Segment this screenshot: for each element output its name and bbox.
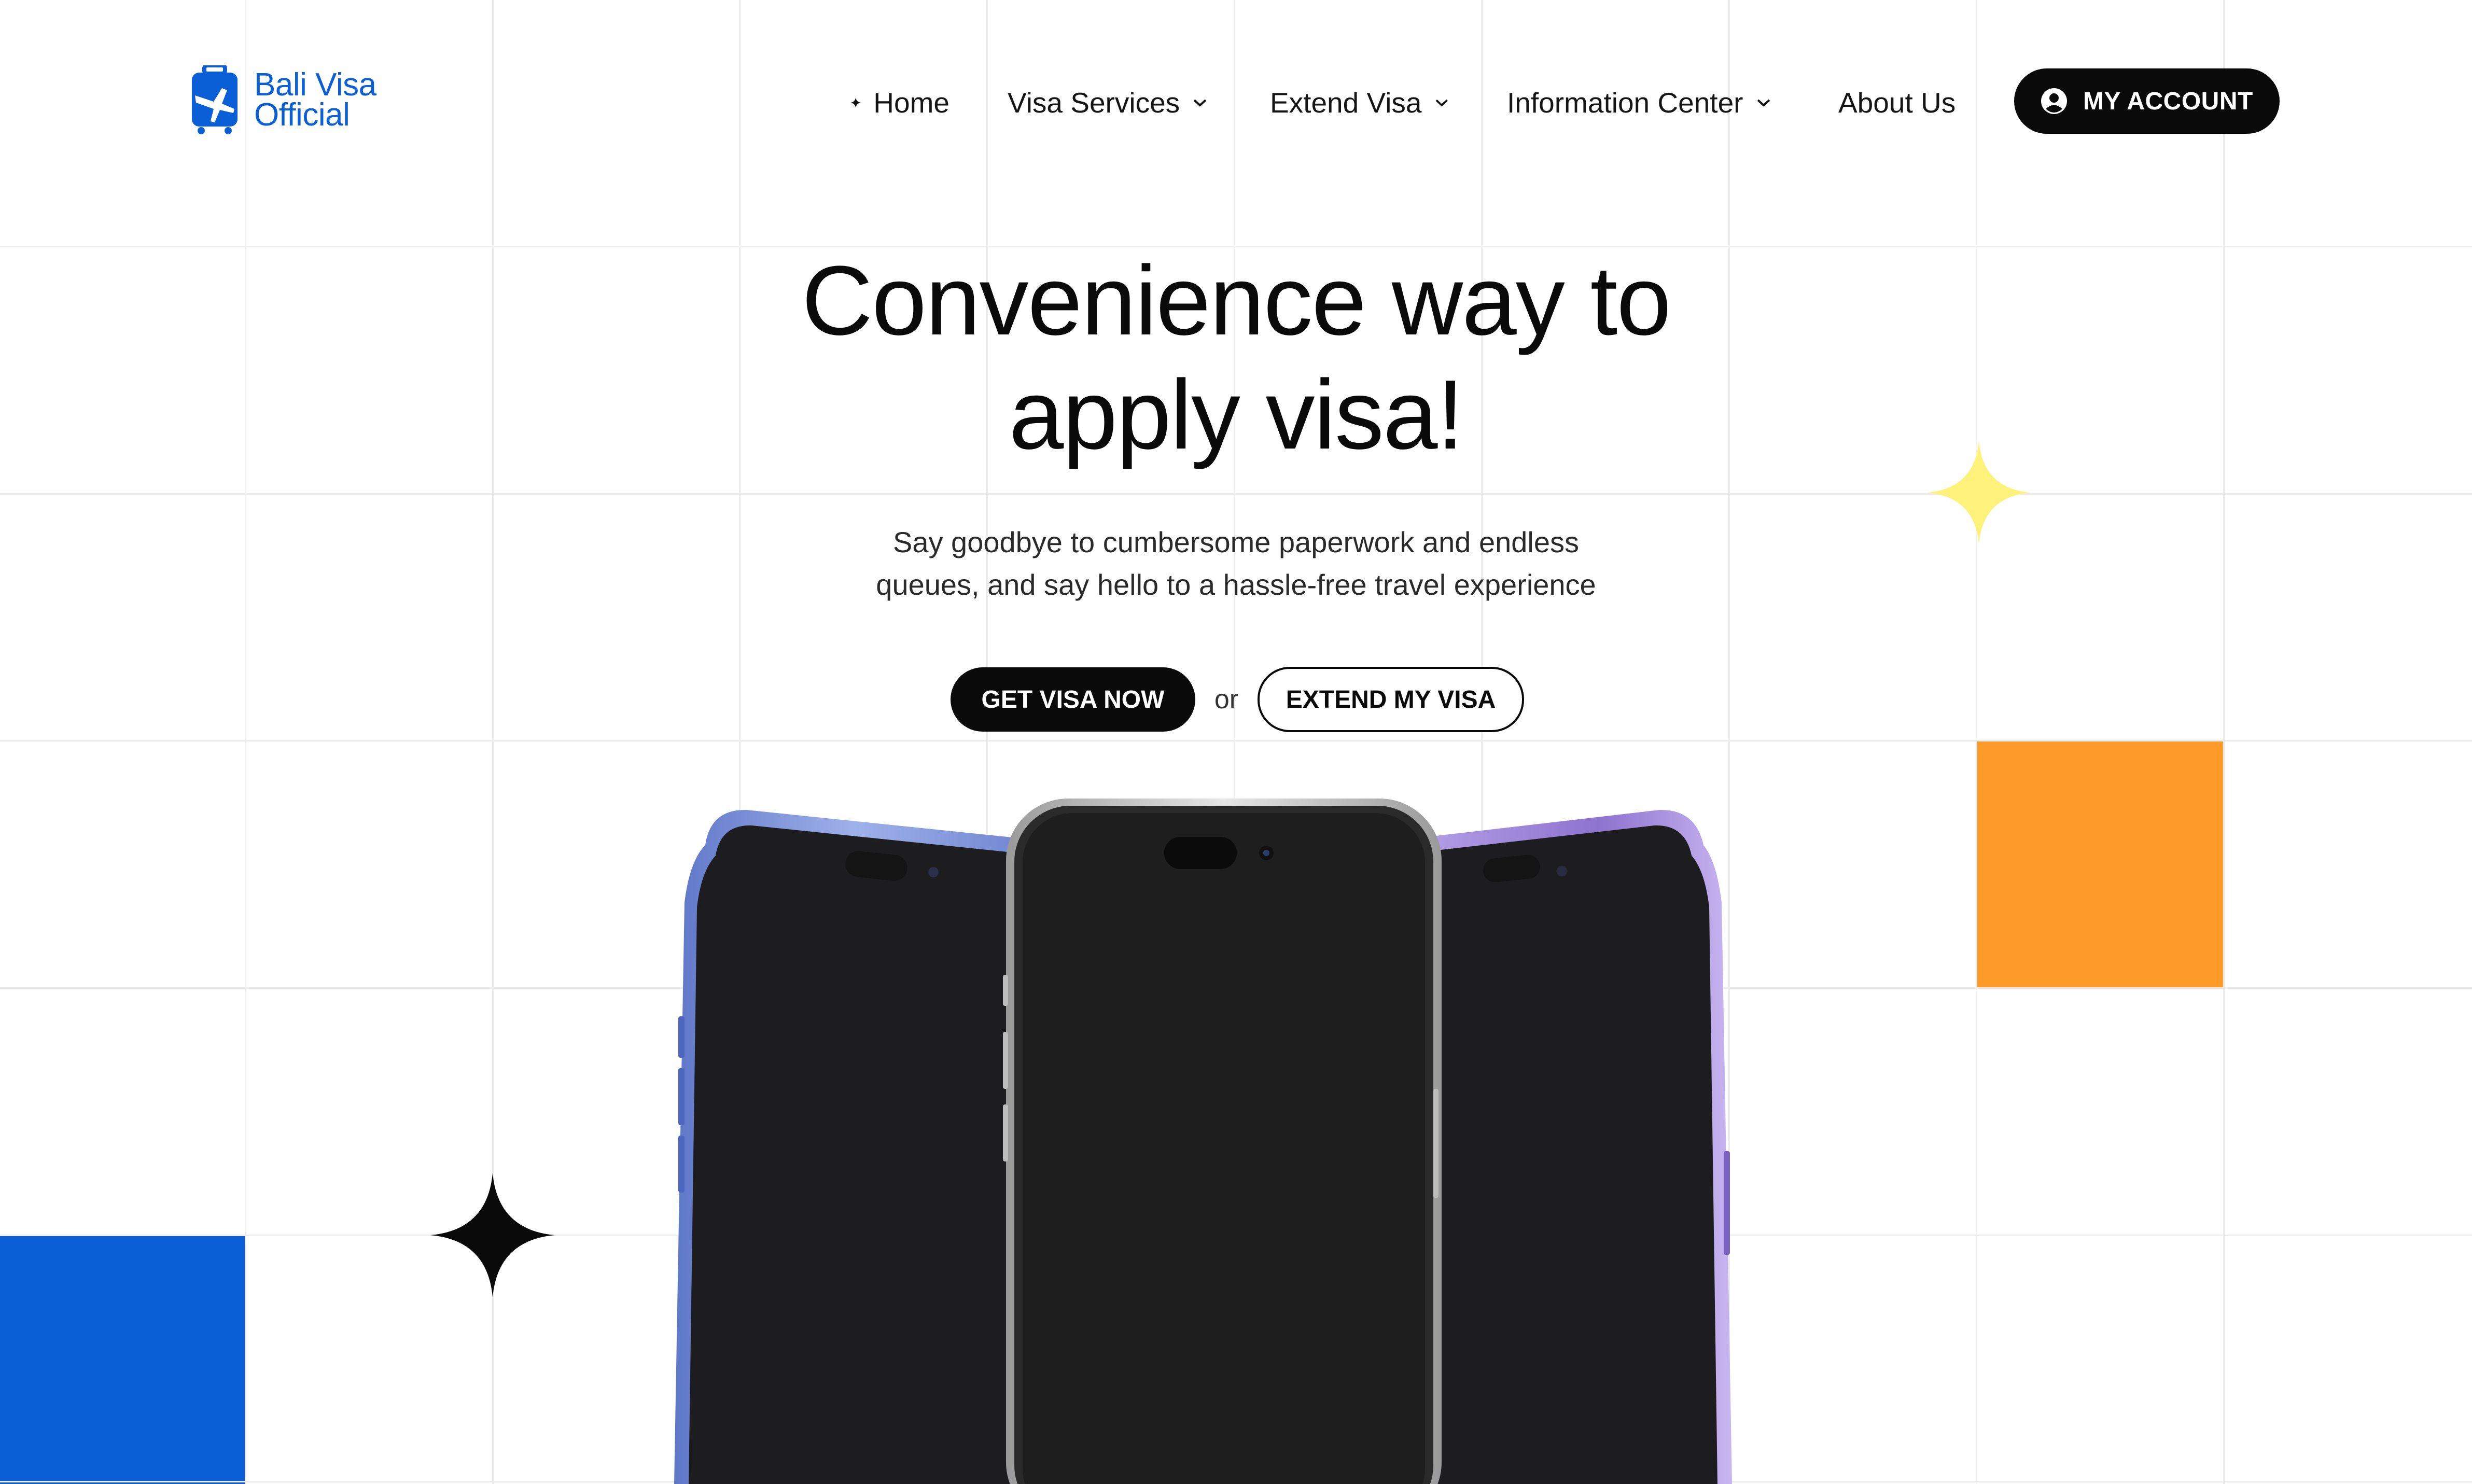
logo-line-1: Bali Visa bbox=[254, 67, 376, 103]
hero-title-line-2: apply visa! bbox=[1009, 360, 1464, 470]
logo-wordmark: Bali Visa Official bbox=[254, 67, 376, 133]
nav-about-us-label: About Us bbox=[1838, 87, 1956, 119]
nav-extend-visa-label: Extend Visa bbox=[1270, 87, 1422, 119]
nav-extend-visa[interactable]: Extend Visa bbox=[1270, 86, 1449, 119]
get-visa-now-button[interactable]: GET VISA NOW bbox=[951, 667, 1195, 732]
my-account-button[interactable]: MY ACCOUNT bbox=[2014, 68, 2280, 134]
phone-right bbox=[1400, 809, 1732, 1484]
chevron-down-icon bbox=[1757, 99, 1770, 107]
phones-illustration bbox=[674, 799, 1732, 1484]
orange-block bbox=[1976, 740, 2224, 988]
nav-home-label: Home bbox=[873, 87, 949, 119]
nav-information-center-label: Information Center bbox=[1507, 87, 1743, 119]
nav-visa-services[interactable]: Visa Services bbox=[1008, 86, 1212, 119]
phone-center bbox=[1003, 799, 1442, 1484]
brand-logo[interactable]: Bali Visa Official bbox=[190, 65, 376, 135]
chevron-down-icon bbox=[1435, 99, 1448, 107]
nav-visa-services-label: Visa Services bbox=[1008, 87, 1180, 119]
phone-left bbox=[674, 809, 1037, 1484]
black-sparkle-icon bbox=[430, 1173, 555, 1297]
user-circle-icon bbox=[2041, 88, 2068, 114]
nav-information-center[interactable]: Information Center bbox=[1507, 86, 1783, 119]
hero-cta-group: GET VISA NOW or EXTEND MY VISA bbox=[951, 667, 1524, 732]
my-account-label: MY ACCOUNT bbox=[2083, 87, 2253, 115]
sparkle-icon bbox=[850, 97, 861, 108]
suitcase-plane-icon bbox=[192, 65, 238, 134]
extend-my-visa-button[interactable]: EXTEND MY VISA bbox=[1258, 667, 1524, 732]
cta-separator: or bbox=[1214, 684, 1239, 715]
hero-subtitle: Say goodbye to cumbersome paperwork and … bbox=[0, 521, 2472, 606]
logo-line-2: Official bbox=[254, 97, 350, 133]
hero-title-line-1: Convenience way to bbox=[801, 246, 1671, 356]
hero-title: Convenience way to apply visa! bbox=[0, 244, 2472, 472]
nav-about-us[interactable]: About Us bbox=[1838, 86, 1959, 119]
chevron-down-icon bbox=[1193, 99, 1207, 107]
main-nav: Home Visa Services Extend Visa Informati… bbox=[850, 83, 1959, 122]
hero-subtitle-line-2: queues, and say hello to a hassle-free t… bbox=[876, 568, 1596, 601]
hero-subtitle-line-1: Say goodbye to cumbersome paperwork and … bbox=[893, 526, 1579, 558]
nav-home[interactable]: Home bbox=[850, 86, 949, 119]
blue-block bbox=[0, 1236, 245, 1484]
